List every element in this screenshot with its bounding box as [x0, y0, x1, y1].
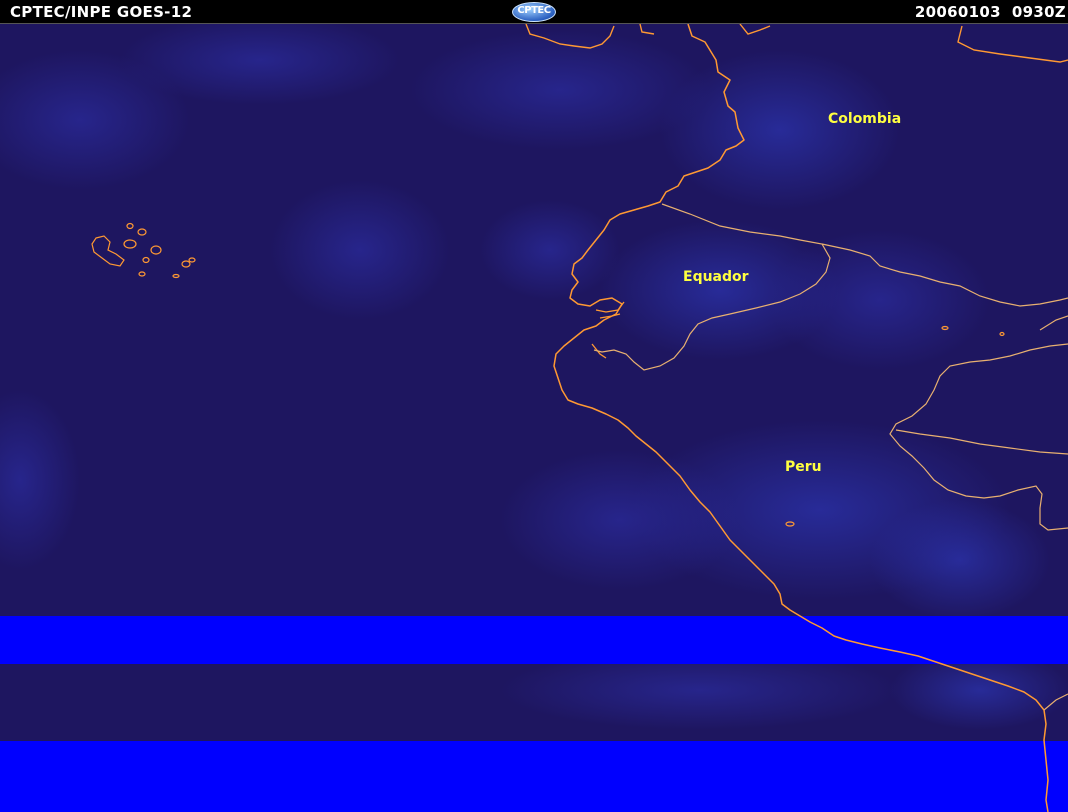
- label-colombia: Colombia: [828, 111, 902, 127]
- no-data-band-upper: [0, 616, 1068, 664]
- label-peru: Peru: [785, 459, 822, 475]
- no-data-band-lower: [0, 741, 1068, 812]
- cptec-logo: CPTEC: [512, 2, 556, 22]
- map-canvas: [0, 0, 1068, 812]
- header-bar: CPTEC/INPE GOES-12 CPTEC 20060103 0930Z: [0, 0, 1068, 24]
- label-equador: Equador: [683, 269, 749, 285]
- satellite-image: CPTEC/INPE GOES-12 CPTEC 20060103 0930Z …: [0, 0, 1068, 812]
- cptec-logo-text: CPTEC: [517, 5, 551, 16]
- image-timestamp: 20060103 0930Z: [914, 3, 1066, 21]
- satellite-title: CPTEC/INPE GOES-12: [10, 3, 193, 21]
